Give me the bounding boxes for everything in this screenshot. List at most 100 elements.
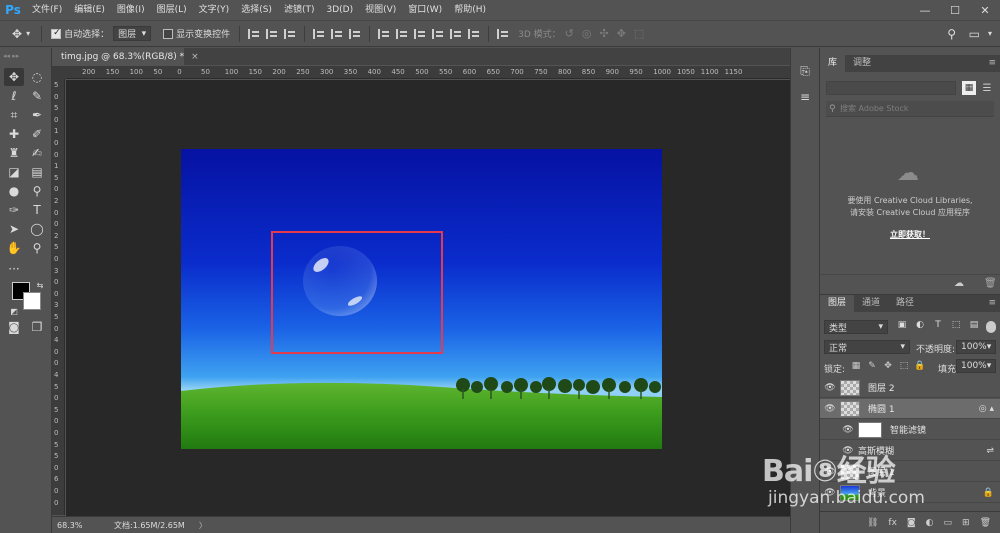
fill-field[interactable]: 100% ▾: [956, 359, 996, 373]
lock-transparency-icon[interactable]: ▦: [850, 361, 862, 371]
slide-3d-icon[interactable]: ✥: [617, 27, 626, 40]
lock-position-icon[interactable]: ✥: [882, 361, 894, 371]
get-now-link[interactable]: 立即获取！: [820, 229, 1000, 240]
menu-item[interactable]: 视图(V): [359, 0, 402, 20]
tab-paths[interactable]: 路径: [888, 295, 922, 312]
align-bottom-icon[interactable]: [284, 28, 296, 39]
workspace-icon[interactable]: ▭: [965, 27, 984, 41]
adjustment-layer-icon[interactable]: ◐: [926, 518, 934, 528]
history-brush-tool-icon[interactable]: ✍: [27, 144, 47, 162]
chevron-down-icon[interactable]: ▾: [26, 29, 36, 38]
distribute-left-icon[interactable]: [432, 28, 444, 39]
marquee-tool-icon[interactable]: ◌: [27, 68, 47, 86]
zoom-tool-icon[interactable]: ⚲: [27, 239, 47, 257]
blend-mode-dropdown[interactable]: 正常 ▾: [824, 340, 910, 354]
gradient-tool-icon[interactable]: ▤: [27, 163, 47, 181]
lock-all-icon[interactable]: 🔒: [914, 361, 926, 371]
quick-select-tool-icon[interactable]: ✎: [27, 87, 47, 105]
trash-icon[interactable]: 🗑: [984, 278, 997, 289]
lock-pixels-icon[interactable]: ✎: [866, 361, 878, 371]
auto-select-target-dropdown[interactable]: 图层 ▾: [113, 26, 152, 41]
tab-libraries[interactable]: 库: [820, 55, 846, 72]
background-color-swatch[interactable]: [23, 292, 41, 310]
close-window-button[interactable]: ✕: [970, 0, 1000, 20]
tab-channels[interactable]: 通道: [854, 295, 888, 312]
align-right-icon[interactable]: [349, 28, 361, 39]
more-tools-icon[interactable]: ···: [4, 260, 24, 278]
align-top-icon[interactable]: [248, 28, 260, 39]
filter-pixel-icon[interactable]: ▣: [896, 320, 908, 330]
path-selection-tool-icon[interactable]: ➤: [4, 220, 24, 238]
filter-smart-object-icon[interactable]: ▤: [968, 320, 980, 330]
quick-mask-icon[interactable]: ◙: [4, 318, 24, 336]
properties-panel-icon[interactable]: ≡: [795, 88, 815, 106]
menu-item[interactable]: 编辑(E): [68, 0, 111, 20]
blur-tool-icon[interactable]: ●: [4, 182, 24, 200]
fx-icon[interactable]: fx: [888, 518, 897, 528]
pan-3d-icon[interactable]: ✣: [599, 27, 608, 40]
list-view-icon[interactable]: ☰: [980, 81, 994, 95]
zoom-field[interactable]: 68.3%: [52, 521, 88, 530]
align-left-icon[interactable]: [313, 28, 325, 39]
move-tool-preset-icon[interactable]: ✥: [8, 27, 26, 41]
dodge-tool-icon[interactable]: ⚲: [27, 182, 47, 200]
menu-item[interactable]: 3D(D): [320, 0, 359, 20]
filter-type-icon[interactable]: T: [932, 320, 944, 330]
layer-row[interactable]: 👁 椭圆 1 ◎ ▴: [820, 399, 1000, 419]
move-tool-icon[interactable]: ✥: [4, 68, 24, 86]
brush-tool-icon[interactable]: ✐: [27, 125, 47, 143]
opacity-field[interactable]: 100% ▾: [956, 340, 996, 354]
chevron-down-icon[interactable]: ▾: [984, 29, 996, 38]
lasso-tool-icon[interactable]: ℓ: [4, 87, 24, 105]
auto-select-checkbox[interactable]: [51, 28, 62, 39]
restore-button[interactable]: ☐: [940, 0, 970, 20]
menu-item[interactable]: 窗口(W): [402, 0, 448, 20]
menu-item[interactable]: 文件(F): [26, 0, 68, 20]
minimize-button[interactable]: —: [910, 0, 940, 20]
crop-tool-icon[interactable]: ⌗: [4, 106, 24, 124]
eyedropper-tool-icon[interactable]: ✒: [27, 106, 47, 124]
tab-adjustments[interactable]: 调整: [845, 55, 879, 72]
menu-item[interactable]: 滤镜(T): [278, 0, 321, 20]
document-image[interactable]: [181, 149, 662, 449]
screen-mode-icon[interactable]: ❐: [27, 318, 47, 336]
library-dropdown[interactable]: [826, 81, 956, 95]
new-layer-icon[interactable]: ⊞: [962, 518, 970, 528]
hand-tool-icon[interactable]: ✋: [4, 239, 24, 257]
type-tool-icon[interactable]: T: [27, 201, 47, 219]
swap-colors-icon[interactable]: ⇆: [30, 276, 50, 294]
link-layers-icon[interactable]: ⛓: [867, 518, 878, 528]
new-group-icon[interactable]: ▭: [944, 518, 953, 528]
align-hcenter-icon[interactable]: [331, 28, 343, 39]
filter-toggle[interactable]: [986, 321, 996, 333]
distribute-hcenter-icon[interactable]: [450, 28, 462, 39]
healing-brush-tool-icon[interactable]: ✚: [4, 125, 24, 143]
distribute-right-icon[interactable]: [468, 28, 480, 39]
filter-adjustment-icon[interactable]: ◐: [914, 320, 926, 330]
clone-stamp-tool-icon[interactable]: ♜: [4, 144, 24, 162]
smart-filter-badge-icon[interactable]: ◎ ▴: [979, 404, 994, 414]
distribute-vcenter-icon[interactable]: [396, 28, 408, 39]
eraser-tool-icon[interactable]: ◪: [4, 163, 24, 181]
status-menu-arrow-icon[interactable]: 〉: [199, 520, 207, 531]
scale-3d-icon[interactable]: ⬚: [634, 27, 644, 40]
close-icon[interactable]: ×: [191, 52, 199, 62]
filter-shape-icon[interactable]: ⬚: [950, 320, 962, 330]
visibility-eye-icon[interactable]: 👁: [820, 383, 840, 393]
grid-view-icon[interactable]: ▦: [962, 81, 976, 95]
menu-item[interactable]: 文字(Y): [193, 0, 236, 20]
distribute-bottom-icon[interactable]: [414, 28, 426, 39]
menu-item[interactable]: 图层(L): [151, 0, 193, 20]
search-icon[interactable]: ⚲: [943, 27, 960, 41]
cc-sync-icon[interactable]: ☁: [954, 278, 964, 289]
history-panel-icon[interactable]: ⎘: [795, 62, 815, 80]
roll-3d-icon[interactable]: ◎: [582, 27, 592, 40]
pen-tool-icon[interactable]: ✑: [4, 201, 24, 219]
distribute-top-icon[interactable]: [378, 28, 390, 39]
layer-row[interactable]: 👁 智能滤镜: [820, 420, 1000, 440]
layer-filter-dropdown[interactable]: 类型 ▾: [824, 320, 888, 334]
auto-align-icon[interactable]: [497, 28, 509, 39]
orbit-3d-icon[interactable]: ↺: [565, 27, 574, 40]
panel-menu-icon[interactable]: ≡: [988, 58, 996, 68]
layer-row[interactable]: 👁 图层 2: [820, 378, 1000, 398]
